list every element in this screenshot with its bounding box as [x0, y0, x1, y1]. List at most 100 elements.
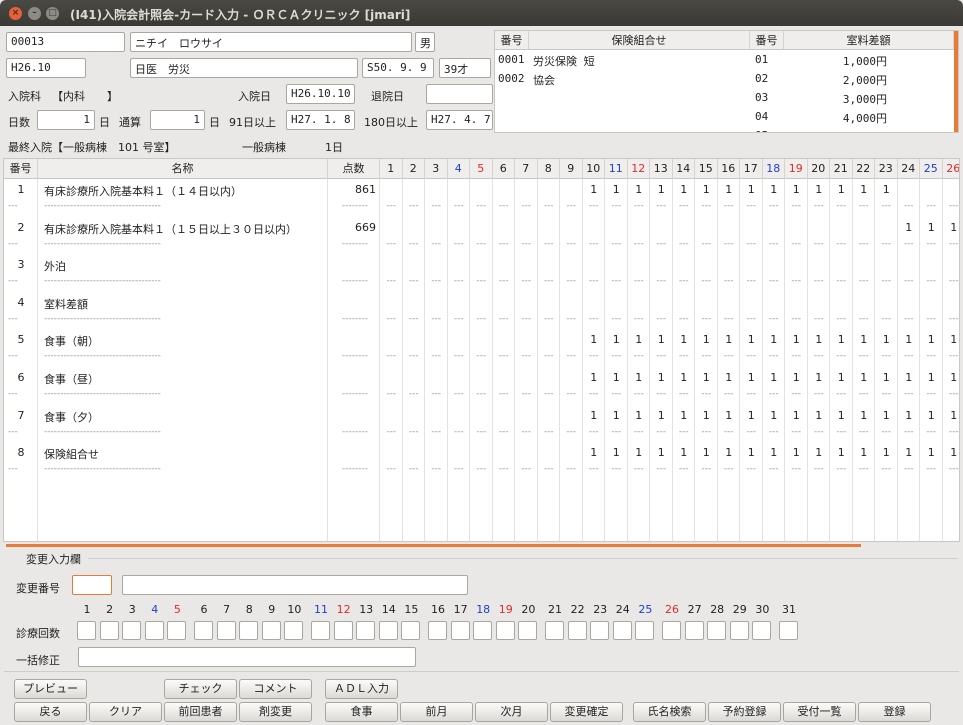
drug-change-button[interactable]: 剤変更	[239, 702, 312, 722]
table-row[interactable]: 3 外泊 --- ----------------------------------…	[4, 258, 959, 295]
day-count-cell[interactable]: 1	[785, 446, 808, 459]
day-count-cell[interactable]: 1	[943, 371, 960, 384]
day-count-cell[interactable]: 1	[853, 371, 876, 384]
reservation-button[interactable]: 予約登録	[708, 702, 781, 722]
day-count-cell[interactable]: 1	[605, 371, 628, 384]
prev-patient-button[interactable]: 前回患者	[164, 702, 237, 722]
day-count-cell[interactable]: 1	[943, 409, 960, 422]
patient-name-field[interactable]: ニチイ ロウサイ	[130, 32, 412, 52]
change-name-field[interactable]	[122, 575, 468, 595]
visit-count-box[interactable]	[518, 621, 538, 640]
day-count-cell[interactable]: 1	[605, 409, 628, 422]
day-count-cell[interactable]: 1	[875, 333, 898, 346]
day-count-cell[interactable]: 1	[583, 446, 606, 459]
adl-input-button[interactable]: ＡＤＬ入力	[325, 679, 398, 699]
visit-count-box[interactable]	[545, 621, 564, 640]
day-count-cell[interactable]: 1	[808, 183, 831, 196]
day-count-cell[interactable]: 1	[763, 371, 786, 384]
visit-count-box[interactable]	[77, 621, 96, 640]
day-count-cell[interactable]: 1	[650, 183, 673, 196]
day-count-cell[interactable]: 1	[830, 371, 853, 384]
day-count-cell[interactable]: 1	[583, 333, 606, 346]
table-row[interactable]: 2 有床診療所入院基本料１（１５日以上３０日以内） 669 --- ----------…	[4, 221, 960, 258]
preview-button[interactable]: プレビュー	[14, 679, 87, 699]
meal-button[interactable]: 食事	[325, 702, 398, 722]
day-count-cell[interactable]: 1	[650, 446, 673, 459]
room-fee-row-amount[interactable]: 3,000円	[815, 91, 887, 107]
visit-count-box[interactable]	[167, 621, 187, 640]
day-count-cell[interactable]: 1	[920, 446, 943, 459]
day-count-cell[interactable]: 1	[673, 333, 696, 346]
table-row[interactable]: 7 食事（夕） --- -------------------------------…	[4, 409, 960, 446]
day-count-cell[interactable]: 1	[763, 183, 786, 196]
day-count-cell[interactable]: 1	[943, 221, 960, 234]
room-fee-row-no[interactable]: 03	[755, 91, 768, 104]
day-count-cell[interactable]: 1	[673, 446, 696, 459]
day-count-cell[interactable]: 1	[673, 409, 696, 422]
day-count-cell[interactable]: 1	[920, 333, 943, 346]
day-count-cell[interactable]: 1	[718, 183, 741, 196]
day-count-cell[interactable]: 1	[875, 409, 898, 422]
day-count-cell[interactable]: 1	[830, 333, 853, 346]
table-row[interactable]: 6 食事（昼） --- -------------------------------…	[4, 371, 960, 408]
day-count-cell[interactable]: 1	[898, 221, 921, 234]
table-row[interactable]: 1 有床診療所入院基本料１（１４日以内） 861 --- ---------------…	[4, 183, 959, 220]
visit-count-box[interactable]	[284, 621, 304, 640]
bulk-edit-field[interactable]	[78, 647, 416, 667]
room-fee-row-amount[interactable]: 5,000円	[815, 129, 887, 132]
room-fee-row-no[interactable]: 02	[755, 72, 768, 85]
visit-count-box[interactable]	[779, 621, 798, 640]
day-count-cell[interactable]: 1	[898, 371, 921, 384]
day-count-cell[interactable]: 1	[695, 333, 718, 346]
room-fee-row-no[interactable]: 05	[755, 129, 768, 132]
day-count-cell[interactable]: 1	[830, 183, 853, 196]
day-count-cell[interactable]: 1	[920, 409, 943, 422]
day-count-cell[interactable]: 1	[875, 183, 898, 196]
day-count-cell[interactable]: 1	[740, 333, 763, 346]
visit-count-box[interactable]	[122, 621, 142, 640]
day-count-cell[interactable]: 1	[740, 409, 763, 422]
visit-count-box[interactable]	[684, 621, 704, 640]
name-search-button[interactable]: 氏名検索	[633, 702, 706, 722]
visit-count-box[interactable]	[662, 621, 681, 640]
day-count-cell[interactable]: 1	[898, 409, 921, 422]
visit-count-box[interactable]	[590, 621, 610, 640]
day-count-cell[interactable]: 1	[650, 409, 673, 422]
visit-count-box[interactable]	[473, 621, 493, 640]
discharge-date-field[interactable]	[426, 84, 493, 104]
day-count-cell[interactable]: 1	[605, 446, 628, 459]
day-count-cell[interactable]: 1	[650, 371, 673, 384]
register-button[interactable]: 登録	[858, 702, 931, 722]
day-count-cell[interactable]: 1	[785, 183, 808, 196]
visit-count-box[interactable]	[729, 621, 749, 640]
day-count-cell[interactable]: 1	[650, 333, 673, 346]
reception-list-button[interactable]: 受付一覧	[783, 702, 856, 722]
change-number-field[interactable]	[72, 575, 112, 595]
visit-count-box[interactable]	[707, 621, 727, 640]
day-count-cell[interactable]: 1	[920, 221, 943, 234]
day-count-cell[interactable]: 1	[853, 446, 876, 459]
visit-count-box[interactable]	[635, 621, 655, 640]
room-fee-row-no[interactable]: 01	[755, 53, 768, 66]
check-button[interactable]: チェック	[164, 679, 237, 699]
room-fee-row-no[interactable]: 04	[755, 110, 768, 123]
visit-count-box[interactable]	[333, 621, 353, 640]
day-count-cell[interactable]: 1	[785, 409, 808, 422]
day-count-cell[interactable]: 1	[898, 333, 921, 346]
table-row[interactable]: 8 保険組合せ --- -------------------------------…	[4, 446, 959, 483]
day-count-cell[interactable]: 1	[605, 183, 628, 196]
birth-date-field[interactable]: S50. 9. 9	[362, 58, 434, 78]
day-count-cell[interactable]: 1	[763, 333, 786, 346]
day-count-cell[interactable]: 1	[808, 409, 831, 422]
visit-count-box[interactable]	[216, 621, 236, 640]
day-count-cell[interactable]: 1	[875, 446, 898, 459]
visit-count-box[interactable]	[567, 621, 587, 640]
era-date-field[interactable]: H26.10	[6, 58, 86, 78]
visit-count-box[interactable]	[378, 621, 398, 640]
patient-id-field[interactable]: 00013	[6, 32, 125, 52]
insurance-room-list[interactable]: 番号 保険組合せ 番号 室料差額 0001 労災保険 短 0002 協会 01 1,00…	[494, 30, 959, 133]
day-count-cell[interactable]: 1	[853, 183, 876, 196]
prev-month-button[interactable]: 前月	[400, 702, 473, 722]
day-count-cell[interactable]: 1	[740, 183, 763, 196]
visit-count-box[interactable]	[194, 621, 213, 640]
